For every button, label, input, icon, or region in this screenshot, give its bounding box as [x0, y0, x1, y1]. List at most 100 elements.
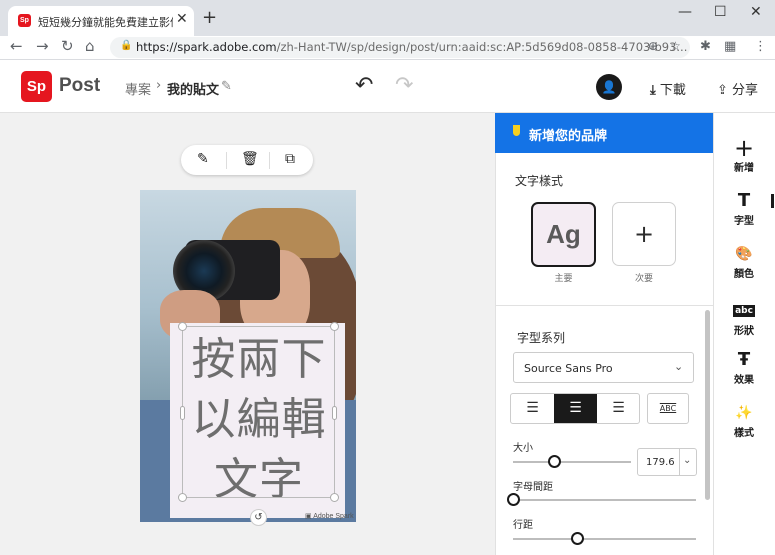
primary-style-card[interactable]: Ag: [531, 202, 596, 267]
spark-logo[interactable]: Sp: [21, 71, 52, 102]
menu-icon[interactable]: ⋮: [754, 39, 767, 54]
reload-icon[interactable]: ↻: [61, 37, 74, 55]
leading-label: 行距: [513, 520, 533, 531]
install-icon[interactable]: ⊕: [648, 39, 658, 53]
text-t-icon: T: [737, 190, 751, 211]
element-toolbar: ✎ 🗑 ⧉: [181, 145, 313, 175]
text-selection-box[interactable]: [178, 322, 339, 502]
rotate-handle-icon[interactable]: ↺: [250, 509, 267, 526]
rail-item-label: 效果: [734, 375, 754, 386]
resize-handle[interactable]: [178, 493, 187, 502]
resize-handle[interactable]: [330, 322, 339, 331]
section-divider: [495, 305, 713, 306]
delete-trash-icon[interactable]: 🗑: [241, 151, 259, 167]
rename-pencil-icon[interactable]: ✎: [221, 79, 232, 94]
share-label: 分享: [732, 83, 759, 98]
all-caps-icon[interactable]: ABC: [647, 393, 689, 424]
primary-style-label: 主要: [554, 274, 573, 284]
add-secondary-style-card[interactable]: +: [612, 202, 676, 266]
panel-scrollbar[interactable]: [705, 310, 710, 500]
font-family-value: Source Sans Pro: [524, 362, 613, 375]
rail-item-effect[interactable]: Ŧ 效果: [713, 349, 775, 386]
duplicate-icon[interactable]: ⧉: [285, 151, 295, 167]
share-icon: ⇪: [717, 83, 728, 98]
chevron-down-icon[interactable]: ⌄: [683, 455, 691, 466]
rail-item-font[interactable]: T 字型: [713, 190, 775, 227]
alignment-group: ☰ ☰ ☰: [510, 393, 640, 424]
magic-wand-icon: ✨: [735, 405, 753, 421]
secondary-style-label: 次要: [634, 274, 653, 284]
share-button[interactable]: ⇪ 分享: [717, 79, 758, 98]
align-right-icon[interactable]: ☰: [597, 394, 639, 423]
align-center-icon[interactable]: ☰: [554, 394, 597, 423]
text-style-heading: 文字樣式: [515, 174, 564, 188]
profile-icon[interactable]: ▦: [724, 39, 736, 54]
tab-title: 短短幾分鐘就能免費建立影像 - I: [38, 16, 173, 29]
toolbar-divider: [269, 152, 270, 169]
rail-item-label: 新增: [734, 163, 754, 174]
window-close-button[interactable]: ✕: [750, 4, 762, 20]
bookmark-star-icon[interactable]: ☆: [670, 39, 681, 53]
tracking-label: 字母間距: [513, 482, 553, 493]
breadcrumb-current: 我的貼文: [167, 83, 220, 98]
add-brand-banner[interactable]: 新增您的品牌: [495, 113, 713, 153]
tracking-slider-thumb[interactable]: [506, 493, 520, 506]
redo-icon[interactable]: ↷: [395, 73, 413, 98]
app-name: Post: [59, 75, 101, 96]
rail-item-shape[interactable]: abc 形狀: [713, 297, 775, 337]
download-button[interactable]: ⤓ 下載: [650, 79, 686, 98]
account-avatar-icon[interactable]: 👤: [596, 74, 622, 100]
address-bar[interactable]: 🔒 https://spark.adobe.com/zh-Hant-TW/sp/…: [110, 37, 690, 58]
add-brand-label: 新增您的品牌: [529, 129, 608, 144]
url-text: https://spark.adobe.com/zh-Hant-TW/sp/de…: [136, 40, 688, 54]
size-slider-track[interactable]: [513, 461, 631, 463]
plus-icon: +: [733, 134, 755, 162]
tracking-slider-track[interactable]: [513, 499, 696, 501]
download-label: 下載: [659, 83, 686, 98]
resize-handle[interactable]: [178, 322, 187, 331]
leading-slider-track[interactable]: [513, 538, 696, 540]
size-label: 大小: [513, 443, 533, 454]
extensions-icon[interactable]: ✱: [700, 39, 711, 54]
rail-item-label: 顏色: [734, 269, 754, 280]
window-maximize-button[interactable]: ☐: [714, 4, 727, 20]
font-family-heading: 字型系列: [517, 331, 566, 345]
rail-item-label: 字型: [734, 216, 754, 227]
rail-item-label: 形狀: [734, 326, 754, 337]
effect-t-icon: Ŧ: [737, 349, 751, 370]
resize-handle[interactable]: [332, 406, 337, 420]
new-tab-button[interactable]: +: [202, 7, 217, 28]
resize-handle[interactable]: [180, 406, 185, 420]
shape-abc-icon: abc: [713, 297, 775, 322]
breadcrumb-projects[interactable]: 專案: [125, 79, 151, 98]
back-icon[interactable]: ←: [10, 37, 23, 55]
breadcrumb-separator: ›: [156, 78, 162, 93]
font-family-select[interactable]: Source Sans Pro ⌄: [513, 352, 694, 383]
shape-abc-glyph: abc: [733, 305, 755, 317]
lock-icon: 🔒: [120, 40, 133, 51]
align-left-icon[interactable]: ☰: [511, 394, 554, 423]
browser-tab[interactable]: Sp 短短幾分鐘就能免費建立影像 - I ✕: [8, 6, 194, 36]
toolbar-divider: [226, 152, 227, 169]
spark-favicon-icon: Sp: [18, 14, 31, 27]
tab-close-icon[interactable]: ✕: [176, 11, 188, 27]
size-input[interactable]: 179.6 ⌄: [637, 448, 697, 476]
home-icon[interactable]: ⌂: [85, 37, 95, 55]
brand-shield-icon: [513, 125, 520, 136]
window-minimize-button[interactable]: —: [678, 4, 692, 20]
chevron-down-icon: ⌄: [674, 360, 684, 373]
rail-item-add[interactable]: + 新增: [713, 134, 775, 174]
leading-slider-thumb[interactable]: [570, 532, 584, 545]
rail-item-style[interactable]: ✨ 樣式: [713, 402, 775, 439]
rail-item-color[interactable]: 🎨 顏色: [713, 243, 775, 280]
palette-icon: 🎨: [735, 246, 753, 262]
download-icon: ⤓: [650, 83, 656, 98]
forward-icon[interactable]: →: [36, 37, 49, 55]
resize-handle[interactable]: [330, 493, 339, 502]
rail-item-label: 樣式: [734, 428, 754, 439]
size-slider-thumb[interactable]: [547, 455, 561, 468]
edit-pencil-icon[interactable]: ✎: [197, 151, 209, 167]
undo-icon[interactable]: ↶: [355, 73, 373, 98]
size-input-divider: [679, 449, 680, 475]
spark-watermark: ▣ Adobe Spark: [305, 513, 354, 520]
